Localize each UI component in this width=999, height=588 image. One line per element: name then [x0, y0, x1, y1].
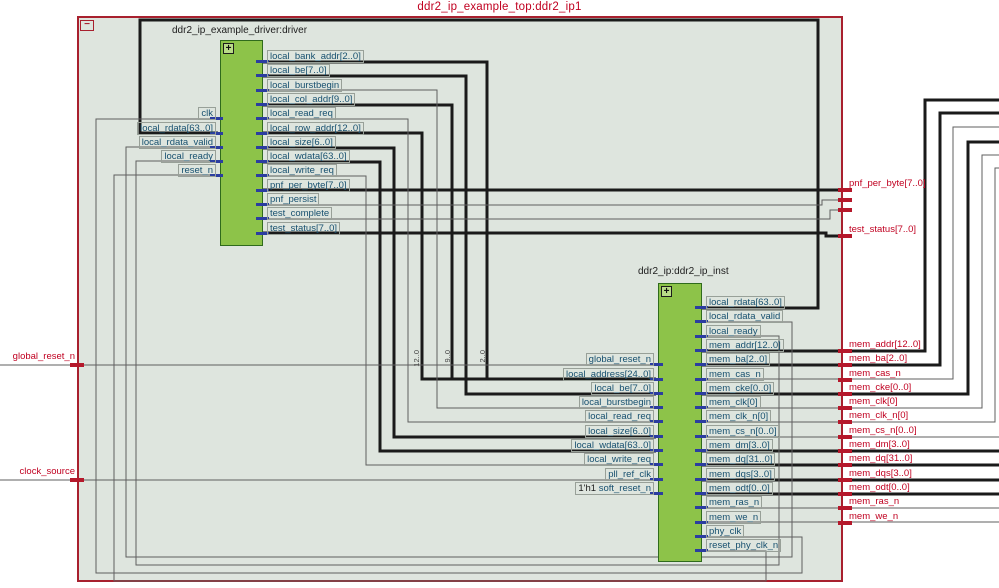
ip-port-mem_cke-0-0-[interactable]: mem_cke[0..0] — [706, 382, 775, 395]
ip-port-local_address-24-0-[interactable]: local_address[24..0] — [562, 368, 654, 381]
driver-instance-title: ddr2_ip_example_driver:driver — [172, 25, 308, 36]
driver-port-reset_n[interactable]: reset_n — [178, 164, 216, 177]
ip-port-mem_dm-3-0-[interactable]: mem_dm[3..0] — [706, 439, 773, 452]
output-pin-mem_ba-2-0-[interactable]: mem_ba[2..0] — [849, 353, 907, 365]
bus-slice-label: 9..0 — [443, 350, 452, 363]
driver-port-test_complete[interactable]: test_complete — [267, 207, 333, 220]
output-pin-mem_dm-3-0-[interactable]: mem_dm[3..0] — [849, 439, 910, 451]
input-pin-clock_source[interactable]: clock_source — [20, 466, 75, 478]
output-pin-tick — [838, 198, 852, 202]
ip-port-mem_dq-31-0-[interactable]: mem_dq[31..0] — [706, 453, 776, 466]
ip-port-phy_clk[interactable]: phy_clk — [706, 525, 745, 538]
bus-slice-label: 12..0 — [412, 350, 421, 367]
ip-port-local_burstbegin[interactable]: local_burstbegin — [578, 396, 654, 409]
ip-port-local_ready[interactable]: local_ready — [706, 325, 761, 338]
driver-port-local_write_req[interactable]: local_write_req — [267, 164, 337, 177]
driver-port-pnf_per_byte-7-0-[interactable]: pnf_per_byte[7..0] — [267, 179, 350, 192]
ip-port-mem_odt-0-0-[interactable]: mem_odt[0..0] — [706, 482, 773, 495]
driver-port-local_read_req[interactable]: local_read_req — [267, 107, 336, 120]
ip-port-local_be-7-0-[interactable]: local_be[7..0] — [591, 382, 654, 395]
ip-port-local_write_req[interactable]: local_write_req — [584, 453, 654, 466]
ip-port-mem_ba-2-0-[interactable]: mem_ba[2..0] — [706, 353, 771, 366]
output-pin-mem_clk-0-[interactable]: mem_clk[0] — [849, 396, 898, 408]
ip-port-local_read_req[interactable]: local_read_req — [585, 410, 654, 423]
ip-port-soft_reset_n[interactable]: 1'h1 soft_reset_n — [575, 482, 654, 495]
ip-port-mem_clk_n-0-[interactable]: mem_clk_n[0] — [706, 410, 772, 423]
port-name: soft_reset_n — [598, 483, 651, 494]
output-pin-mem_cas_n[interactable]: mem_cas_n — [849, 368, 901, 380]
output-pin-mem_cke-0-0-[interactable]: mem_cke[0..0] — [849, 382, 911, 394]
ip-port-mem_cs_n-0-0-[interactable]: mem_cs_n[0..0] — [706, 425, 780, 438]
driver-port-local_ready[interactable]: local_ready — [161, 150, 216, 163]
output-pin-mem_clk_n-0-[interactable]: mem_clk_n[0] — [849, 410, 908, 422]
ip-port-mem_ras_n[interactable]: mem_ras_n — [706, 496, 763, 509]
ip-port-mem_addr-12-0-[interactable]: mem_addr[12..0] — [706, 339, 784, 352]
bus-slice-label: 2..0 — [478, 350, 487, 363]
output-pin-mem_dqs-3-0-[interactable]: mem_dqs[3..0] — [849, 468, 912, 480]
output-pin-test_status[7..0][interactable]: test_status[7..0] — [849, 224, 916, 236]
ip-port-local_rdata_valid[interactable]: local_rdata_valid — [706, 310, 784, 323]
ip-port-global_reset_n[interactable]: global_reset_n — [585, 353, 654, 366]
ip-port-local_rdata-63-0-[interactable]: local_rdata[63..0] — [706, 296, 785, 309]
ip-instance-title: ddr2_ip:ddr2_ip_inst — [638, 266, 729, 277]
input-pin-tick — [70, 478, 84, 482]
wire-test-status[interactable] — [263, 231, 845, 238]
driver-port-local_rdata_valid[interactable]: local_rdata_valid — [138, 136, 216, 149]
wire-pnf-persist[interactable] — [263, 199, 845, 206]
driver-expand-icon[interactable]: + — [223, 43, 234, 54]
ip-port-local_size-6-0-[interactable]: local_size[6..0] — [585, 425, 654, 438]
driver-port-test_status-7-0-[interactable]: test_status[7..0] — [267, 222, 341, 235]
driver-port-local_col_addr-9-0-[interactable]: local_col_addr[9..0] — [267, 93, 356, 106]
driver-port-local_rdata-63-0-[interactable]: local_rdata[63..0] — [137, 122, 216, 135]
output-pin-mem_ras_n[interactable]: mem_ras_n — [849, 496, 899, 508]
output-pin-mem_cs_n-0-0-[interactable]: mem_cs_n[0..0] — [849, 425, 917, 437]
ip-port-mem_cas_n[interactable]: mem_cas_n — [706, 368, 764, 381]
constant-value: 1'h1 — [578, 483, 597, 494]
output-pin-mem_we_n[interactable]: mem_we_n — [849, 511, 898, 523]
output-pin-mem_odt-0-0-[interactable]: mem_odt[0..0] — [849, 482, 910, 494]
output-pin-pnf_per_byte[7..0][interactable]: pnf_per_byte[7..0] — [849, 178, 926, 190]
ip-port-local_wdata-63-0-[interactable]: local_wdata[63..0] — [571, 439, 654, 452]
ip-port-mem_clk-0-[interactable]: mem_clk[0] — [706, 396, 761, 409]
driver-port-local_row_addr-12-0-[interactable]: local_row_addr[12..0] — [267, 122, 364, 135]
driver-port-pnf_persist[interactable]: pnf_persist — [267, 193, 320, 206]
ip-port-reset_phy_clk_n[interactable]: reset_phy_clk_n — [706, 539, 782, 552]
driver-port-local_burstbegin[interactable]: local_burstbegin — [267, 79, 343, 92]
ip-port-pll_ref_clk[interactable]: pll_ref_clk — [605, 468, 654, 481]
wire-test-complete[interactable] — [263, 209, 845, 220]
driver-port-local_bank_addr-2-0-[interactable]: local_bank_addr[2..0] — [267, 50, 364, 63]
ip-port-mem_dqs-3-0-[interactable]: mem_dqs[3..0] — [706, 468, 775, 481]
output-pin-mem_addr-12-0-[interactable]: mem_addr[12..0] — [849, 339, 921, 351]
ip-port-mem_we_n[interactable]: mem_we_n — [706, 511, 762, 524]
ip-expand-icon[interactable]: + — [661, 286, 672, 297]
output-pin-tick — [838, 208, 852, 212]
driver-instance-block[interactable] — [220, 40, 263, 246]
driver-port-local_wdata-63-0-[interactable]: local_wdata[63..0] — [267, 150, 350, 163]
driver-port-local_be-7-0-[interactable]: local_be[7..0] — [267, 64, 330, 77]
driver-port-clk[interactable]: clk — [198, 107, 216, 120]
output-pin-mem_dq-31-0-[interactable]: mem_dq[31..0] — [849, 453, 912, 465]
driver-port-local_size-6-0-[interactable]: local_size[6..0] — [267, 136, 336, 149]
input-pin-global_reset_n[interactable]: global_reset_n — [13, 351, 75, 363]
input-pin-tick — [70, 363, 84, 367]
